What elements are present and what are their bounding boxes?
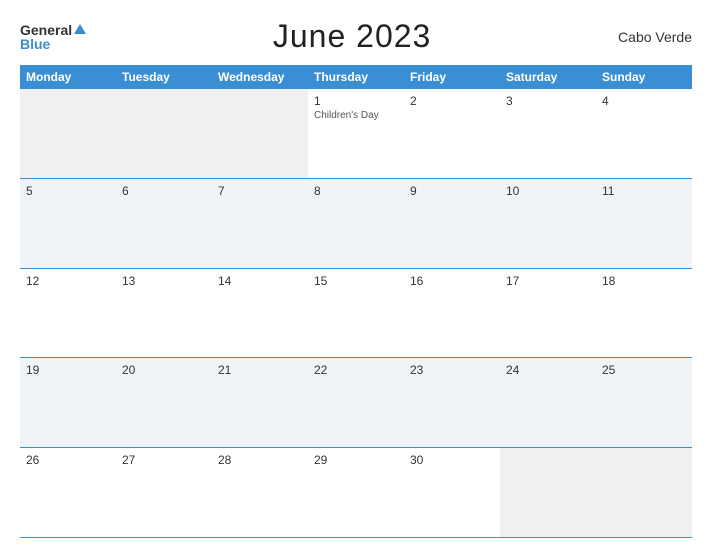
cell-date-number: 2 bbox=[410, 94, 494, 108]
calendar-cell: 6 bbox=[116, 179, 212, 268]
calendar-cell: 26 bbox=[20, 448, 116, 537]
cell-date-number: 13 bbox=[122, 274, 206, 288]
calendar-cell: 4 bbox=[596, 89, 692, 178]
header-monday: Monday bbox=[20, 65, 116, 89]
cell-date-number: 21 bbox=[218, 363, 302, 377]
logo-blue-text: Blue bbox=[20, 37, 50, 51]
cell-date-number: 26 bbox=[26, 453, 110, 467]
cell-date-number: 11 bbox=[602, 184, 686, 198]
cell-date-number: 18 bbox=[602, 274, 686, 288]
calendar: Monday Tuesday Wednesday Thursday Friday… bbox=[20, 65, 692, 538]
cell-date-number: 29 bbox=[314, 453, 398, 467]
country-label: Cabo Verde bbox=[618, 29, 692, 45]
logo: General Blue bbox=[20, 23, 86, 51]
cell-date-number: 9 bbox=[410, 184, 494, 198]
calendar-cell bbox=[20, 89, 116, 178]
calendar-week: 26 27 28 29 30 bbox=[20, 448, 692, 538]
header-wednesday: Wednesday bbox=[212, 65, 308, 89]
calendar-cell: 25 bbox=[596, 358, 692, 447]
calendar-cell: 19 bbox=[20, 358, 116, 447]
calendar-week: 56789 10 11 bbox=[20, 179, 692, 269]
calendar-cell: 5 bbox=[20, 179, 116, 268]
header-saturday: Saturday bbox=[500, 65, 596, 89]
calendar-page: General Blue June 2023 Cabo Verde Monday… bbox=[0, 0, 712, 550]
calendar-cell: 23 bbox=[404, 358, 500, 447]
calendar-cell: 9 bbox=[404, 179, 500, 268]
logo-general-text: General bbox=[20, 23, 72, 37]
cell-date-number: 16 bbox=[410, 274, 494, 288]
cell-date-number: 6 bbox=[122, 184, 206, 198]
calendar-cell bbox=[212, 89, 308, 178]
header-friday: Friday bbox=[404, 65, 500, 89]
calendar-cell: 7 bbox=[212, 179, 308, 268]
calendar-week: 19 20 21 22 23 24 25 bbox=[20, 358, 692, 448]
calendar-cell: 11 bbox=[596, 179, 692, 268]
calendar-body: 1Children's Day2345678910111213141516171… bbox=[20, 89, 692, 538]
cell-date-number: 19 bbox=[26, 363, 110, 377]
cell-date-number: 14 bbox=[218, 274, 302, 288]
calendar-cell: 10 bbox=[500, 179, 596, 268]
calendar-cell bbox=[500, 448, 596, 537]
cell-date-number: 28 bbox=[218, 453, 302, 467]
calendar-cell: 21 bbox=[212, 358, 308, 447]
cell-date-number: 23 bbox=[410, 363, 494, 377]
calendar-cell: 13 bbox=[116, 269, 212, 358]
calendar-cell: 18 bbox=[596, 269, 692, 358]
calendar-cell: 1 Children's Day bbox=[308, 89, 404, 178]
calendar-cell: 16 bbox=[404, 269, 500, 358]
header-tuesday: Tuesday bbox=[116, 65, 212, 89]
calendar-cell bbox=[596, 448, 692, 537]
cell-date-number: 10 bbox=[506, 184, 590, 198]
month-title: June 2023 bbox=[273, 18, 431, 55]
calendar-week: 12 13 14 15 16 17 18 bbox=[20, 269, 692, 359]
logo-triangle-icon bbox=[74, 24, 86, 34]
header: General Blue June 2023 Cabo Verde bbox=[20, 18, 692, 55]
cell-date-number: 1 bbox=[314, 94, 398, 108]
calendar-cell: 22 bbox=[308, 358, 404, 447]
cell-date-number: 20 bbox=[122, 363, 206, 377]
calendar-cell: 27 bbox=[116, 448, 212, 537]
cell-date-number: 15 bbox=[314, 274, 398, 288]
calendar-cell: 20 bbox=[116, 358, 212, 447]
calendar-cell: 12 bbox=[20, 269, 116, 358]
cell-date-number: 17 bbox=[506, 274, 590, 288]
header-thursday: Thursday bbox=[308, 65, 404, 89]
cell-date-number: 5 bbox=[26, 184, 110, 198]
cell-date-number: 30 bbox=[410, 453, 494, 467]
calendar-header: Monday Tuesday Wednesday Thursday Friday… bbox=[20, 65, 692, 89]
calendar-cell bbox=[116, 89, 212, 178]
cell-date-number: 24 bbox=[506, 363, 590, 377]
cell-date-number: 4 bbox=[602, 94, 686, 108]
calendar-cell: 8 bbox=[308, 179, 404, 268]
cell-date-number: 22 bbox=[314, 363, 398, 377]
cell-date-number: 27 bbox=[122, 453, 206, 467]
calendar-week: 1 Children's Day 234 bbox=[20, 89, 692, 179]
header-sunday: Sunday bbox=[596, 65, 692, 89]
calendar-cell: 28 bbox=[212, 448, 308, 537]
calendar-cell: 14 bbox=[212, 269, 308, 358]
cell-date-number: 12 bbox=[26, 274, 110, 288]
cell-event: Children's Day bbox=[314, 110, 398, 121]
cell-date-number: 25 bbox=[602, 363, 686, 377]
cell-date-number: 3 bbox=[506, 94, 590, 108]
calendar-cell: 15 bbox=[308, 269, 404, 358]
cell-date-number: 8 bbox=[314, 184, 398, 198]
calendar-cell: 17 bbox=[500, 269, 596, 358]
calendar-cell: 24 bbox=[500, 358, 596, 447]
calendar-cell: 3 bbox=[500, 89, 596, 178]
cell-date-number: 7 bbox=[218, 184, 302, 198]
calendar-cell: 2 bbox=[404, 89, 500, 178]
calendar-cell: 29 bbox=[308, 448, 404, 537]
calendar-cell: 30 bbox=[404, 448, 500, 537]
